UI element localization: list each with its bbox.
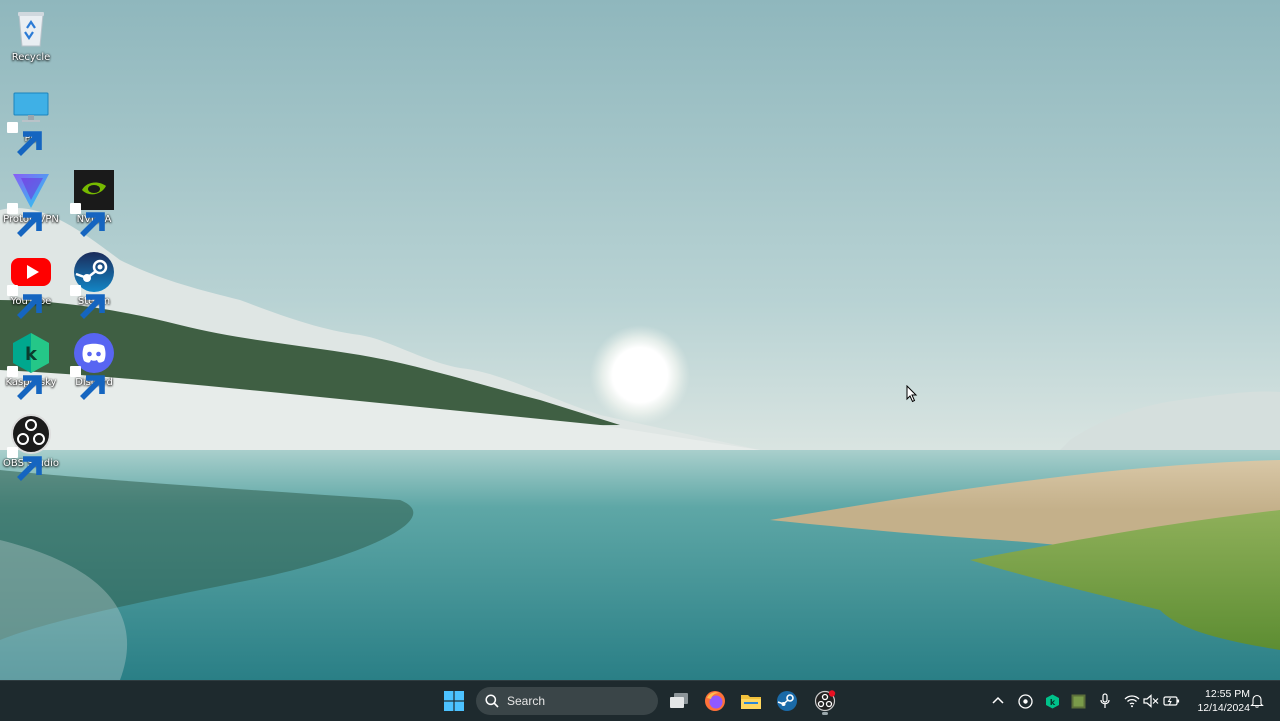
- desktop-wallpaper: [0, 0, 1280, 680]
- taskbar-search-box[interactable]: Search: [476, 687, 658, 715]
- shortcut-arrow-icon: [7, 122, 42, 156]
- show-hidden-icons-button[interactable]: [989, 692, 1007, 710]
- steam-icon: [777, 691, 797, 711]
- desktop-icon-recycle[interactable]: Recycle: [0, 4, 64, 82]
- taskbar: Search k 12:55 PM 12/14/2024: [0, 680, 1280, 721]
- start-button[interactable]: [439, 686, 469, 716]
- mouse-cursor-icon: [906, 385, 918, 403]
- svg-text:k: k: [25, 344, 38, 365]
- nvidia-tray-icon: [1071, 694, 1085, 708]
- taskbar-steam[interactable]: [772, 686, 802, 716]
- desktop-icon-label: Recycle: [11, 52, 51, 63]
- taskbar-clock[interactable]: 12:55 PM 12/14/2024: [1186, 687, 1250, 715]
- desktop-icon-kaspersky[interactable]: k Kaspersky: [0, 329, 64, 407]
- desktop-icon-pc[interactable]: PC: [0, 85, 64, 163]
- desktop-icon-obs-studio[interactable]: OBS Studio: [0, 410, 64, 488]
- battery-icon: [1162, 696, 1179, 706]
- desktop-icon-steam[interactable]: Steam: [61, 248, 127, 326]
- tray-microphone[interactable]: [1096, 692, 1114, 710]
- obs-icon: [814, 690, 836, 712]
- shortcut-arrow-icon: [70, 285, 105, 319]
- taskbar-file-explorer[interactable]: [736, 686, 766, 716]
- task-view-button[interactable]: [664, 686, 694, 716]
- tray-kaspersky[interactable]: k: [1043, 692, 1061, 710]
- clock-date: 12/14/2024: [1197, 702, 1250, 714]
- recording-indicator-icon: [828, 690, 836, 697]
- tray-battery[interactable]: [1162, 692, 1180, 710]
- notification-center-button[interactable]: [1248, 692, 1266, 710]
- start-icon: [444, 691, 464, 711]
- taskbar-firefox[interactable]: [700, 686, 730, 716]
- tray-obs[interactable]: [1016, 692, 1034, 710]
- shortcut-arrow-icon: [70, 366, 105, 400]
- firefox-icon: [705, 691, 725, 711]
- speaker-muted-icon: [1143, 694, 1159, 708]
- task-view-icon: [670, 693, 688, 708]
- microphone-icon: [1100, 693, 1110, 708]
- recycle-bin-icon: [18, 12, 44, 47]
- taskbar-obs-studio[interactable]: [810, 686, 840, 716]
- clock-time: 12:55 PM: [1205, 688, 1250, 700]
- desktop-icon-proton-vpn[interactable]: Proton VPN: [0, 166, 64, 244]
- chevron-up-icon: [992, 696, 1004, 704]
- tray-network[interactable]: [1123, 692, 1141, 710]
- search-icon: [485, 694, 499, 708]
- shortcut-arrow-icon: [7, 203, 42, 237]
- shortcut-arrow-icon: [7, 285, 42, 319]
- shortcut-arrow-icon: [7, 366, 42, 400]
- wifi-icon: [1124, 695, 1140, 708]
- obs-tray-icon: [1017, 693, 1033, 709]
- desktop-icon-discord[interactable]: Discord: [61, 329, 127, 407]
- search-placeholder: Search: [507, 694, 546, 708]
- tray-volume[interactable]: [1142, 692, 1160, 710]
- shortcut-arrow-icon: [7, 447, 42, 481]
- file-explorer-icon: [741, 695, 761, 709]
- desktop-icon-youtube[interactable]: YouTube: [0, 248, 64, 326]
- notification-icon: [1250, 694, 1264, 708]
- svg-text:k: k: [1049, 698, 1055, 707]
- desktop-icon-nvidia[interactable]: NVIDIA: [61, 166, 127, 244]
- tray-nvidia[interactable]: [1069, 692, 1087, 710]
- kaspersky-tray-icon: k: [1045, 694, 1059, 708]
- running-indicator: [822, 712, 828, 715]
- shortcut-arrow-icon: [70, 203, 105, 237]
